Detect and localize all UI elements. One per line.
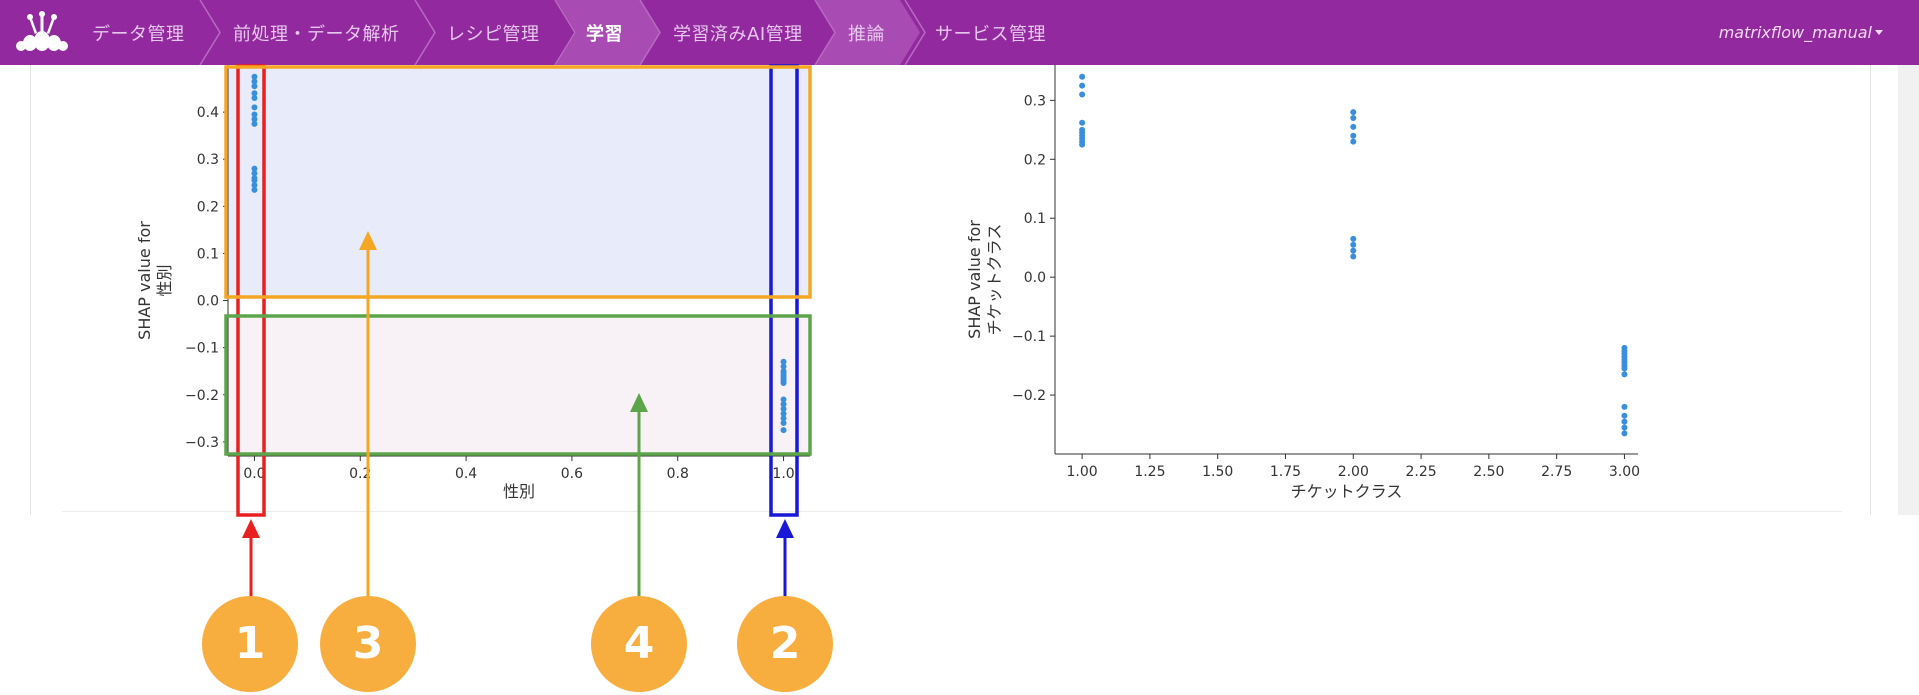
data-point bbox=[1621, 403, 1628, 410]
y-axis-label: 性別 bbox=[155, 264, 174, 296]
y-tick-label: 0.4 bbox=[197, 105, 219, 121]
y-tick-label: 0.0 bbox=[1024, 270, 1046, 286]
data-point bbox=[1350, 235, 1357, 242]
data-point bbox=[251, 186, 258, 193]
x-tick-label: 1.0 bbox=[772, 466, 794, 482]
x-tick-label: 1.50 bbox=[1202, 464, 1233, 480]
data-point bbox=[780, 379, 787, 386]
x-axis-label: チケットクラス bbox=[1291, 482, 1403, 501]
y-tick-label: 0.3 bbox=[197, 152, 219, 168]
callout-number: 4 bbox=[623, 618, 655, 669]
y-axis-label: チケットクラス bbox=[985, 224, 1004, 336]
x-tick-label: 2.75 bbox=[1541, 464, 1572, 480]
data-point bbox=[780, 420, 787, 427]
callout-marker-4: 4 bbox=[591, 596, 687, 692]
x-axis-label: 性別 bbox=[503, 482, 535, 501]
data-point bbox=[251, 120, 258, 127]
data-point bbox=[1621, 430, 1628, 437]
arrow-red-head bbox=[242, 519, 260, 538]
callout-marker-1: 1 bbox=[202, 596, 298, 692]
y-tick-label: 0.3 bbox=[1024, 93, 1046, 109]
data-point bbox=[780, 427, 787, 434]
y-tick-label: 0.2 bbox=[197, 199, 219, 215]
x-tick-label: 2.50 bbox=[1473, 464, 1504, 480]
y-tick-label: −0.2 bbox=[1012, 388, 1046, 404]
x-tick-label: 2.25 bbox=[1405, 464, 1436, 480]
y-axis-label: SHAP value for bbox=[135, 221, 154, 340]
x-tick-label: 0.4 bbox=[455, 466, 477, 482]
y-tick-label: 0.0 bbox=[197, 294, 219, 310]
data-point bbox=[1350, 109, 1357, 116]
callout-number: 1 bbox=[234, 618, 266, 669]
positive-region-shade bbox=[226, 68, 810, 297]
y-tick-label: −0.1 bbox=[1012, 329, 1046, 345]
data-point bbox=[251, 94, 258, 101]
callout-marker-2: 2 bbox=[737, 596, 833, 692]
data-point bbox=[1350, 241, 1357, 248]
y-tick-label: −0.3 bbox=[185, 435, 219, 451]
data-point bbox=[1621, 418, 1628, 425]
y-tick-label: −0.1 bbox=[185, 341, 219, 357]
data-point bbox=[1350, 247, 1357, 254]
data-point bbox=[1621, 412, 1628, 419]
shap-dependence-plots: 0.4 0.3 0.2 0.1 0.0 −0.1 −0.2 −0.3 0.0 0.2 0.4 0.6 0… bbox=[135, 64, 1640, 598]
data-point bbox=[1079, 73, 1086, 80]
data-point bbox=[251, 104, 258, 111]
y-axis-label: SHAP value for bbox=[965, 220, 984, 339]
x-tick-label: 0.6 bbox=[561, 466, 583, 482]
negative-region-shade bbox=[226, 316, 810, 454]
y-tick-label: 0.2 bbox=[1024, 152, 1046, 168]
callout-marker-3: 3 bbox=[320, 596, 416, 692]
y-tick-label: −0.2 bbox=[185, 388, 219, 404]
x-tick-label: 0.0 bbox=[243, 466, 265, 482]
data-point bbox=[1079, 119, 1086, 126]
x-tick-label: 3.00 bbox=[1609, 464, 1640, 480]
x-tick-label: 1.00 bbox=[1067, 464, 1098, 480]
x-tick-label: 1.75 bbox=[1270, 464, 1301, 480]
callout-number: 2 bbox=[769, 618, 801, 669]
data-point bbox=[1350, 123, 1357, 130]
data-point bbox=[1079, 82, 1086, 89]
data-point bbox=[1621, 371, 1628, 378]
y-tick-label: 0.1 bbox=[1024, 211, 1046, 227]
data-point bbox=[1350, 115, 1357, 122]
data-point bbox=[1350, 253, 1357, 260]
arrow-blue-head bbox=[776, 519, 794, 538]
y-tick-label: 0.1 bbox=[197, 246, 219, 262]
x-tick-label: 0.8 bbox=[667, 466, 689, 482]
data-point bbox=[1621, 365, 1628, 372]
x-tick-label: 2.00 bbox=[1338, 464, 1369, 480]
data-point bbox=[1621, 424, 1628, 431]
data-point bbox=[1350, 138, 1357, 145]
callout-number: 3 bbox=[352, 618, 384, 669]
data-point bbox=[1350, 132, 1357, 139]
data-point bbox=[1079, 91, 1086, 98]
x-tick-label: 1.25 bbox=[1134, 464, 1165, 480]
data-point bbox=[251, 83, 258, 90]
data-point bbox=[1079, 141, 1086, 148]
